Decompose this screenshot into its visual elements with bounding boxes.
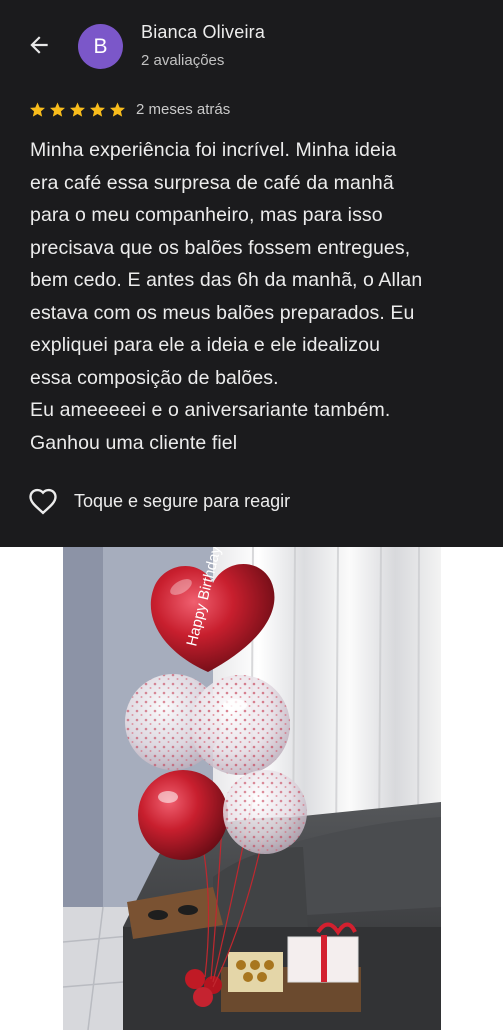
star-icon bbox=[30, 102, 45, 117]
star-rating bbox=[28, 101, 127, 119]
react-button[interactable]: Toque e segure para reagir bbox=[28, 487, 290, 515]
review-text: Minha experiência foi incrível. Minha id… bbox=[30, 139, 423, 454]
avatar[interactable]: B bbox=[78, 24, 123, 69]
balloons-photo-image: Happy Birthday! bbox=[63, 547, 441, 1030]
back-button[interactable] bbox=[22, 28, 56, 62]
review-photo[interactable]: Happy Birthday! bbox=[63, 547, 441, 1030]
arrow-back-icon bbox=[30, 36, 48, 54]
heart-outline-icon bbox=[29, 488, 57, 515]
star-icon bbox=[110, 102, 125, 117]
reviewer-review-count: 2 avaliações bbox=[141, 52, 225, 69]
reviewer-name[interactable]: Bianca Oliveira bbox=[141, 22, 265, 43]
avatar-initial: B bbox=[93, 34, 108, 58]
star-icon bbox=[50, 102, 65, 117]
review-panel: B Bianca Oliveira 2 avaliações 2 meses a… bbox=[0, 0, 503, 547]
react-label: Toque e segure para reagir bbox=[74, 490, 291, 511]
review-time: 2 meses atrás bbox=[136, 101, 231, 118]
star-icon bbox=[90, 102, 105, 117]
star-icon bbox=[70, 102, 85, 117]
